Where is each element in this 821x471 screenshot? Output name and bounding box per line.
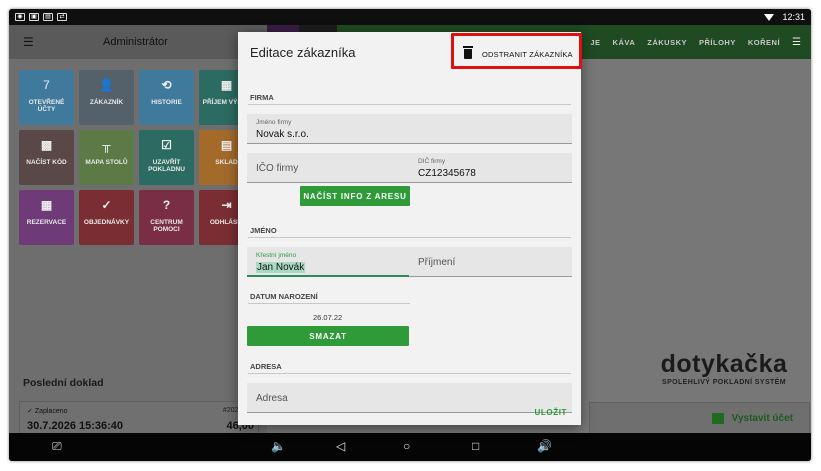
navigation-bar: ⎚ 🔈 ◁ ○ □ 🔊: [9, 433, 811, 461]
paid-status: ✓ Zaplaceno: [27, 408, 68, 415]
person-icon: 👤: [99, 78, 114, 92]
status-bar: ◉ ▣ ▤ ⇄ 12:31: [9, 9, 811, 25]
ico-placeholder: IČO firmy: [256, 163, 299, 174]
wifi-icon: [764, 13, 775, 21]
box-icon: ▤: [220, 138, 233, 152]
tile-rezervace[interactable]: ▦ REZERVACE: [19, 190, 74, 245]
brand-logo: dotykačka SPOLEHLIVÝ POKLADNÍ SYSTÉM: [649, 350, 799, 386]
divider: [248, 303, 410, 304]
cash-icon: ▦: [220, 78, 233, 92]
divider: [248, 373, 571, 374]
issue-invoice-button[interactable]: Vystavit účet: [589, 402, 810, 434]
paid-label: Zaplaceno: [34, 408, 68, 415]
category-je[interactable]: JE: [590, 38, 600, 47]
dic-field[interactable]: DIČ firmy CZ12345678: [409, 153, 572, 183]
checklist-icon: ☑: [161, 138, 172, 152]
category-prilohy[interactable]: PŘÍLOHY: [699, 38, 736, 47]
category-bar: JE KÁVA ZÁKUSKY PŘÍLOHY KOŘENÍ ☰: [590, 25, 811, 59]
volume-up-icon[interactable]: 🔊: [537, 439, 552, 453]
company-name-label: Jméno firmy: [256, 119, 292, 126]
first-name-field[interactable]: Křestní jméno Jan Novák: [247, 247, 409, 277]
notification-icon: ▣: [29, 13, 39, 21]
category-koreni[interactable]: KOŘENÍ: [748, 38, 780, 47]
tile-label: SKLAD: [215, 159, 238, 166]
volume-down-icon[interactable]: 🔈: [271, 439, 286, 453]
tile-objednávky[interactable]: ✓ OBJEDNÁVKY: [79, 190, 134, 245]
dialog-title: Editace zákazníka: [250, 45, 356, 60]
edit-customer-dialog: Editace zákazníka ODSTRANIT ZÁKAZNÍKA FI…: [238, 32, 581, 425]
ico-field[interactable]: IČO firmy: [247, 153, 409, 183]
address-field[interactable]: Adresa: [247, 383, 572, 413]
tile-label: UZAVŘÍT POKLADNU: [148, 159, 185, 173]
highlight-annotation: [451, 33, 582, 69]
recents-icon[interactable]: □: [472, 439, 479, 453]
tile-label: REZERVACE: [26, 219, 67, 226]
dic-label: DIČ firmy: [418, 158, 446, 165]
dic-value: CZ12345678: [418, 168, 476, 179]
category-zakusky[interactable]: ZÁKUSKY: [647, 38, 687, 47]
tile-uzavřít-pokladnu[interactable]: ☑ UZAVŘÍT POKLADNU: [139, 130, 194, 185]
sync-icon: ⇄: [57, 13, 67, 21]
brand-tagline: SPOLEHLIVÝ POKLADNÍ SYSTÉM: [662, 379, 786, 386]
home-icon[interactable]: ○: [403, 439, 410, 453]
back-icon[interactable]: ◁: [336, 439, 345, 453]
load-ares-button[interactable]: NAČÍST INFO Z ARESU: [300, 186, 410, 206]
table-icon: ╥: [102, 138, 111, 152]
tile-label: ZÁKAZNÍK: [89, 99, 124, 106]
list-icon[interactable]: ☰: [792, 37, 801, 48]
divider: [248, 104, 571, 105]
first-name-value: Jan Novák: [256, 262, 306, 273]
tile-label: CENTRUM POMOCI: [150, 219, 183, 233]
open-accounts-count: 7: [43, 78, 50, 92]
company-name-value: Novak s.r.o.: [256, 129, 309, 140]
birthdate-value[interactable]: 26.07.22: [313, 313, 342, 322]
qr-icon: ▩: [40, 138, 53, 152]
last-doc-title: Poslední doklad: [23, 377, 104, 389]
device-frame: ◉ ▣ ▤ ⇄ 12:31 ☰ Administrátor 7 OTEVŘENÉ …: [9, 9, 811, 461]
section-company: FIRMA: [250, 93, 274, 102]
last-name-placeholder: Příjmení: [418, 257, 456, 268]
tile-zákazník[interactable]: 👤 ZÁKAZNÍK: [79, 70, 134, 125]
company-name-field[interactable]: Jméno firmy Novak s.r.o.: [247, 114, 572, 144]
issue-invoice-label: Vystavit účet: [731, 412, 793, 424]
section-birthdate: DATUM NAROZENÍ: [250, 292, 318, 301]
tile-centrum-pomoci[interactable]: ? CENTRUM POMOCI: [139, 190, 194, 245]
category-kava[interactable]: KÁVA: [613, 38, 636, 47]
menu-icon[interactable]: ☰: [23, 35, 34, 49]
image-icon: ▤: [43, 13, 53, 21]
left-header: ☰ Administrátor: [9, 25, 267, 59]
tile-label: OTEVŘENÉ ÚČTY: [28, 99, 65, 113]
tile-label: NAČÍST KÓD: [26, 159, 67, 166]
wallet-icon: [711, 412, 724, 424]
eye-icon: ◉: [15, 13, 25, 21]
help-icon: ?: [162, 198, 171, 212]
save-button[interactable]: ULOŽIT: [535, 408, 567, 417]
status-time: 12:31: [782, 12, 805, 22]
first-name-label: Křestní jméno: [256, 252, 297, 259]
tile-label: OBJEDNÁVKY: [83, 219, 130, 226]
screenshot-icon[interactable]: ⎚: [52, 439, 62, 454]
last-name-field[interactable]: Příjmení: [409, 247, 572, 277]
section-name: JMÉNO: [250, 226, 277, 235]
tile-mapa-stolů[interactable]: ╥ MAPA STOLŮ: [79, 130, 134, 185]
user-title: Administrátor: [103, 36, 168, 48]
left-panel: ☰ Administrátor 7 OTEVŘENÉ ÚČTY 👤 ZÁKAZNÍK ⟲…: [9, 25, 267, 441]
tile-label: MAPA STOLŮ: [85, 159, 128, 166]
status-icons: ◉ ▣ ▤ ⇄: [15, 13, 67, 21]
tile-historie[interactable]: ⟲ HISTORIE: [139, 70, 194, 125]
tile-otevřené-účty[interactable]: 7 OTEVŘENÉ ÚČTY: [19, 70, 74, 125]
tile-label: HISTORIE: [151, 99, 182, 106]
check-icon: ✓: [101, 198, 112, 212]
section-address: ADRESA: [250, 362, 282, 371]
divider: [248, 237, 571, 238]
logout-icon: ⇥: [221, 198, 232, 212]
history-icon: ⟲: [161, 78, 172, 92]
calendar-icon: ▦: [40, 198, 53, 212]
tile-načíst-kód[interactable]: ▩ NAČÍST KÓD: [19, 130, 74, 185]
doc-date: 30.7.2026 15:36:40: [27, 420, 124, 432]
clear-date-button[interactable]: SMAZAT: [247, 326, 409, 346]
address-placeholder: Adresa: [256, 393, 288, 404]
brand-name: dotykačka: [660, 350, 788, 378]
screen: ◉ ▣ ▤ ⇄ 12:31 ☰ Administrátor 7 OTEVŘENÉ …: [9, 9, 811, 461]
